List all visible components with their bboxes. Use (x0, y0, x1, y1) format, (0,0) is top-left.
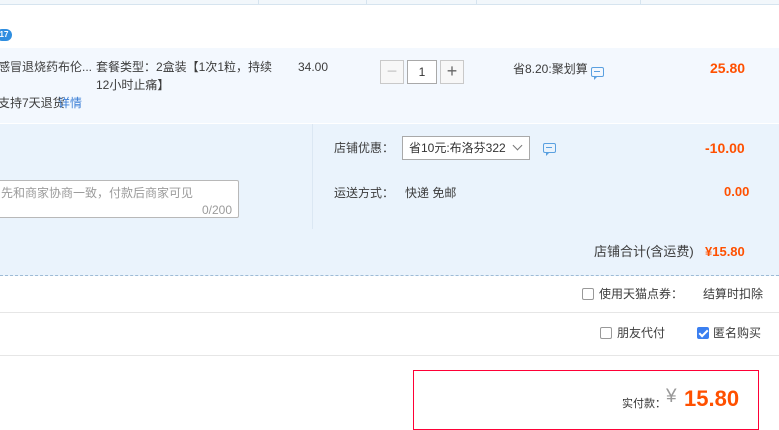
payment-currency: ¥ (666, 386, 677, 407)
chat-icon[interactable] (543, 143, 556, 156)
buyer-message-input[interactable]: 先和商家协商一致，付款后商家可见 0/200 (0, 180, 239, 218)
buyer-message-placeholder: 先和商家协商一致，付款后商家可见 (1, 186, 194, 200)
details-link[interactable]: 详情 (58, 94, 82, 112)
store-promo-select[interactable]: 省10元:布洛芬322 (402, 136, 530, 160)
store-total-label: 店铺合计(含运费) (594, 244, 694, 259)
store-total-row: 店铺合计(含运费) ¥15.80 (0, 229, 779, 276)
friend-pay-checkbox[interactable] (600, 327, 612, 339)
chevron-down-icon (512, 140, 523, 151)
friend-pay-label: 朋友代付 (617, 326, 666, 340)
shipping-method: 快递 免邮 (405, 186, 457, 200)
payment-summary-box: 实付款： ¥ 15.80 (413, 370, 759, 430)
unit-price: 34.00 (298, 60, 329, 74)
divider (0, 312, 779, 313)
divider (0, 355, 779, 356)
anonymous-checkbox[interactable] (697, 327, 709, 339)
payment-amount: 15.80 (684, 386, 740, 411)
item-package-line2: 12小时止痛】 (96, 78, 170, 92)
store-promo-amount: -10.00 (705, 140, 745, 156)
item-package-line1: 套餐类型：2盒装【1次1粒，持续 (96, 60, 273, 74)
item-title[interactable]: 感冒退烧药布伦... (0, 58, 92, 76)
shop-badge: 17 (0, 29, 12, 41)
points-label: 使用天猫点券： (599, 287, 684, 301)
quantity-input[interactable]: 1 (407, 60, 437, 84)
shipping-amount: 0.00 (724, 184, 750, 199)
shipping-label: 运送方式： (334, 186, 395, 200)
quantity-decrease-button[interactable]: − (380, 60, 404, 84)
order-item-row: 感冒退烧药布伦... 套餐类型：2盒装【1次1粒，持续 12小时止痛】 支持7天… (0, 48, 779, 123)
store-total-amount: ¥15.80 (705, 244, 745, 259)
store-promo-label: 店铺优惠： (334, 141, 395, 155)
table-header-strip (0, 0, 779, 5)
anonymous-label: 匿名购买 (713, 326, 762, 340)
item-discount: 省8.20:聚划算 (513, 62, 588, 76)
item-subtotal: 25.80 (710, 60, 746, 76)
points-checkbox[interactable] (582, 288, 594, 300)
return-policy: 支持7天退货 (0, 96, 65, 110)
chat-icon[interactable] (591, 67, 604, 80)
points-note: 结算时扣除 (703, 287, 764, 301)
payment-label: 实付款： (622, 398, 666, 410)
buyer-message-counter: 0/200 (201, 203, 232, 217)
quantity-increase-button[interactable]: + (440, 60, 464, 84)
store-promo-selected: 省10元:布洛芬322 (409, 141, 506, 155)
